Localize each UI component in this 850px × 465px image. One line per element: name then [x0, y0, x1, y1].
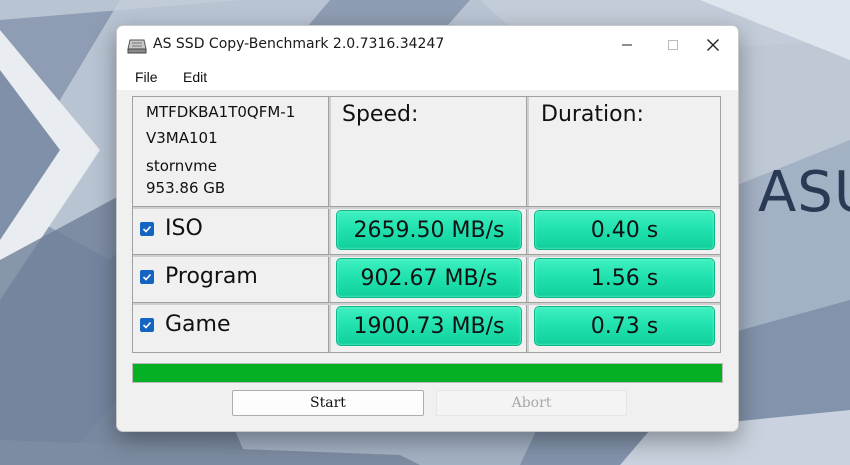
grid-divider	[133, 302, 720, 305]
program-checkbox[interactable]	[140, 270, 154, 284]
drive-firmware: V3MA101	[146, 129, 218, 147]
check-icon	[142, 321, 152, 329]
abort-button: Abort	[436, 390, 627, 416]
benchmark-window: AS SSD Copy-Benchmark 2.0.7316.34247 Fil…	[116, 25, 739, 432]
results-grid: MTFDKBA1T0QFM-1 V3MA101 stornvme 953.86 …	[132, 96, 721, 353]
game-label: Game	[165, 312, 231, 337]
iso-speed-value: 2659.50 MB/s	[336, 210, 522, 250]
drive-icon	[127, 39, 147, 54]
grid-divider	[133, 206, 720, 209]
start-button[interactable]: Start	[232, 390, 424, 416]
game-duration-value: 0.73 s	[534, 306, 715, 346]
drive-model: MTFDKBA1T0QFM-1	[146, 103, 296, 121]
title-bar[interactable]: AS SSD Copy-Benchmark 2.0.7316.34247	[117, 26, 738, 64]
program-speed-value: 902.67 MB/s	[336, 258, 522, 298]
iso-duration-value: 0.40 s	[534, 210, 715, 250]
drive-size: 953.86 GB	[146, 179, 226, 197]
check-icon	[142, 273, 152, 281]
iso-label: ISO	[165, 216, 203, 241]
maximize-icon	[668, 40, 678, 50]
desktop-brand-text: ASU	[758, 160, 850, 225]
game-checkbox[interactable]	[140, 318, 154, 332]
minimize-button[interactable]	[604, 26, 650, 64]
minimize-icon	[622, 44, 632, 46]
drive-driver: stornvme	[146, 157, 218, 175]
game-speed-value: 1900.73 MB/s	[336, 306, 522, 346]
program-label: Program	[165, 264, 258, 289]
progress-bar	[132, 363, 723, 383]
progress-bar-fill	[133, 364, 722, 382]
duration-column-header: Duration:	[541, 102, 644, 127]
menu-edit[interactable]: Edit	[183, 69, 207, 85]
speed-column-header: Speed:	[342, 102, 419, 127]
menu-bar: File Edit	[117, 64, 738, 90]
window-title: AS SSD Copy-Benchmark 2.0.7316.34247	[153, 36, 445, 52]
close-button[interactable]	[690, 26, 736, 64]
program-duration-value: 1.56 s	[534, 258, 715, 298]
check-icon	[142, 225, 152, 233]
menu-file[interactable]: File	[135, 69, 158, 85]
grid-divider	[328, 97, 331, 352]
grid-divider	[133, 254, 720, 257]
grid-divider	[526, 97, 529, 352]
iso-checkbox[interactable]	[140, 222, 154, 236]
close-icon	[707, 39, 719, 51]
